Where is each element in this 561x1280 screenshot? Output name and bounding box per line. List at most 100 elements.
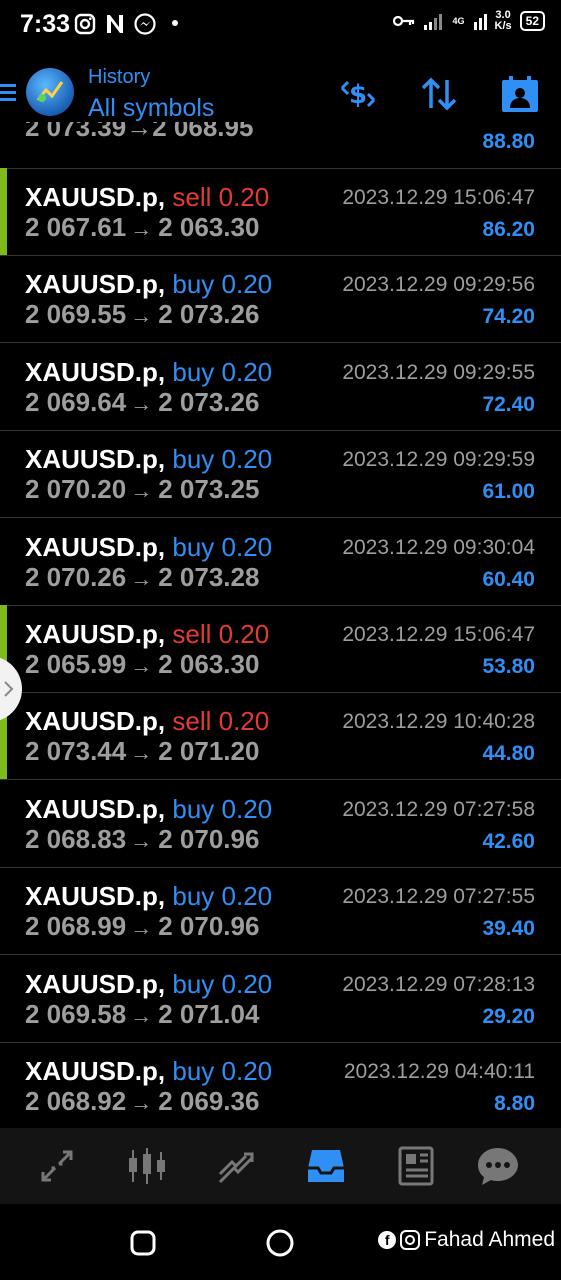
deal-symbol: XAUUSD.p, sell 0.20 [25, 619, 270, 649]
network-label: 4G [452, 16, 465, 26]
arrow-icon: → [130, 390, 153, 416]
arrow-icon: → [130, 216, 153, 241]
history-row[interactable]: XAUUSD.p, sell 0.20 2 067.61 → 2 063.30 2023… [0, 168, 561, 256]
arrow-icon: → [130, 565, 153, 591]
deal-symbol: XAUUSD.p, sell 0.20 [25, 182, 270, 212]
instagram-icon [74, 13, 96, 35]
sort-icon[interactable] [419, 74, 459, 114]
notification-dot-icon [172, 20, 178, 26]
open-price: 2 069.58 [25, 998, 127, 1029]
deal-symbol: XAUUSD.p, buy 0.20 [25, 1056, 273, 1086]
facebook-icon: f [378, 1231, 397, 1249]
close-price: 2 071.20 [158, 736, 260, 767]
signal-icon-2 [473, 14, 487, 30]
calendar-icon[interactable] [500, 74, 540, 114]
news-icon[interactable] [394, 1144, 438, 1188]
deal-symbol: XAUUSD.p, buy 0.20 [25, 968, 273, 999]
history-row[interactable]: XAUUSD.p, sell 0.20 2 073.44 → 2 071.20 2023… [0, 692, 561, 781]
deal-time: 2023.12.29 09:29:55 [342, 360, 535, 384]
deal-type: buy 0.20 [172, 269, 273, 300]
deal-time: 2023.12.29 09:29:56 [342, 273, 535, 297]
deal-time: 2023.12.29 04:40:11 [343, 1060, 535, 1083]
close-price: 2 073.26 [158, 386, 260, 417]
deal-prices: 2 067.61 → 2 063.30 [25, 212, 259, 243]
deal-time: 2023.12.29 07:28:13 [342, 972, 535, 996]
open-price: 2 067.61 [25, 212, 127, 242]
close-price: 2 070.96 [158, 823, 260, 854]
chat-icon[interactable] [476, 1144, 520, 1188]
history-row[interactable]: XAUUSD.p, buy 0.20 2 069.64 → 2 073.26 2023.… [0, 343, 561, 431]
home-button[interactable] [266, 1229, 294, 1257]
app-logo-icon [36, 81, 64, 102]
deal-profit: 74.20 [482, 305, 535, 329]
deal-type: buy 0.20 [172, 531, 273, 562]
deal-symbol: XAUUSD.p, buy 0.20 [25, 881, 273, 912]
deal-prices: 2 065.99 → 2 063.30 [25, 649, 259, 680]
key-icon [392, 15, 414, 27]
deal-profit: 42.60 [482, 829, 535, 853]
deal-time: 2023.12.29 15:06:47 [342, 623, 535, 646]
open-price: 2 070.26 [25, 561, 127, 592]
close-price: 2 073.26 [158, 299, 260, 330]
header-subtitle[interactable]: All symbols [88, 94, 214, 123]
deal-profit: 53.80 [482, 655, 535, 678]
deal-type: buy 0.20 [172, 793, 273, 824]
history-row[interactable]: XAUUSD.p, buy 0.20 2 068.92 → 2 069.36 2023.… [0, 1042, 561, 1128]
close-price: 2 073.28 [158, 561, 260, 592]
arrow-icon: → [130, 1002, 153, 1028]
history-row[interactable]: XAUUSD.p, buy 0.20 2 068.99 → 2 070.96 2023.… [0, 867, 561, 956]
deal-time: 2023.12.29 10:40:28 [342, 710, 535, 734]
history-row[interactable]: XAUUSD.p, buy 0.20 2 069.55 → 2 073.26 2023.… [0, 255, 561, 344]
quotes-icon[interactable] [35, 1144, 79, 1188]
deal-prices: 2 070.20 → 2 073.25 [25, 474, 259, 505]
arrow-icon: → [130, 740, 153, 766]
history-row[interactable]: XAUUSD.p, sell 0.20 2 065.99 → 2 063.30 2023… [0, 605, 561, 693]
deal-symbol: XAUUSD.p, buy 0.20 [25, 356, 273, 387]
deal-type: buy 0.20 [172, 356, 273, 387]
open-price: 2 073.44 [25, 736, 127, 767]
history-row[interactable]: XAUUSD.p, buy 0.20 2 070.20 → 2 073.25 2023.… [0, 430, 561, 519]
close-price: 2 073.25 [158, 474, 260, 505]
arrow-icon: → [130, 478, 153, 504]
recents-button[interactable] [130, 1230, 156, 1256]
trade-icon[interactable] [214, 1144, 258, 1188]
deal-symbol: XAUUSD.p, buy 0.20 [25, 793, 273, 824]
open-price: 2 068.83 [25, 823, 127, 854]
close-price: 2 071.04 [158, 998, 260, 1029]
deal-type: buy 0.20 [172, 444, 273, 475]
header-title: History [88, 66, 151, 88]
history-icon[interactable] [304, 1144, 348, 1188]
history-list[interactable]: 2 073.39→2 068.95 88.80 XAUUSD.p, sell 0… [0, 122, 561, 1128]
network-speed: 3.0 K/s [494, 9, 512, 32]
deal-type: buy 0.20 [172, 968, 273, 999]
deal-type: sell 0.20 [172, 706, 270, 737]
chart-icon[interactable] [125, 1144, 169, 1188]
deal-type: sell 0.20 [172, 182, 270, 212]
arrow-icon: → [130, 827, 153, 853]
svg-text:$: $ [349, 80, 367, 110]
messenger-icon [134, 13, 156, 35]
deal-profit: 86.20 [482, 218, 535, 241]
deal-prices: 2 069.55 → 2 073.26 [25, 299, 259, 330]
deal-profit: 39.40 [482, 917, 535, 941]
close-price: 2 063.30 [158, 212, 260, 242]
menu-icon[interactable] [0, 82, 16, 104]
history-row[interactable]: XAUUSD.p, buy 0.20 2 070.26 → 2 073.28 2023.… [0, 518, 561, 606]
chevron-right-icon [4, 681, 14, 697]
history-row[interactable]: XAUUSD.p, buy 0.20 2 068.83 → 2 070.96 2023.… [0, 780, 561, 868]
open-price: 2 070.20 [25, 474, 127, 505]
history-row[interactable]: XAUUSD.p, buy 0.20 2 069.58 → 2 071.04 2023.… [0, 955, 561, 1043]
currency-swap-icon[interactable]: $ [338, 74, 378, 114]
close-price: 2 063.30 [158, 649, 260, 679]
open-price: 2 068.92 [25, 1086, 127, 1116]
n-app-icon [107, 15, 123, 33]
watermark: f Fahad Ahmed [378, 1228, 555, 1252]
deal-symbol: XAUUSD.p, sell 0.20 [25, 706, 270, 737]
instagram-icon-watermark [400, 1230, 421, 1250]
deal-time: 2023.12.29 09:29:59 [342, 448, 535, 472]
deal-type: sell 0.20 [172, 619, 270, 649]
deal-symbol: XAUUSD.p, buy 0.20 [25, 269, 273, 300]
history-row-partial[interactable]: 2 073.39→2 068.95 88.80 [0, 122, 561, 169]
deal-profit: 29.20 [482, 1004, 535, 1028]
deal-time: 2023.12.29 07:27:55 [342, 885, 535, 909]
